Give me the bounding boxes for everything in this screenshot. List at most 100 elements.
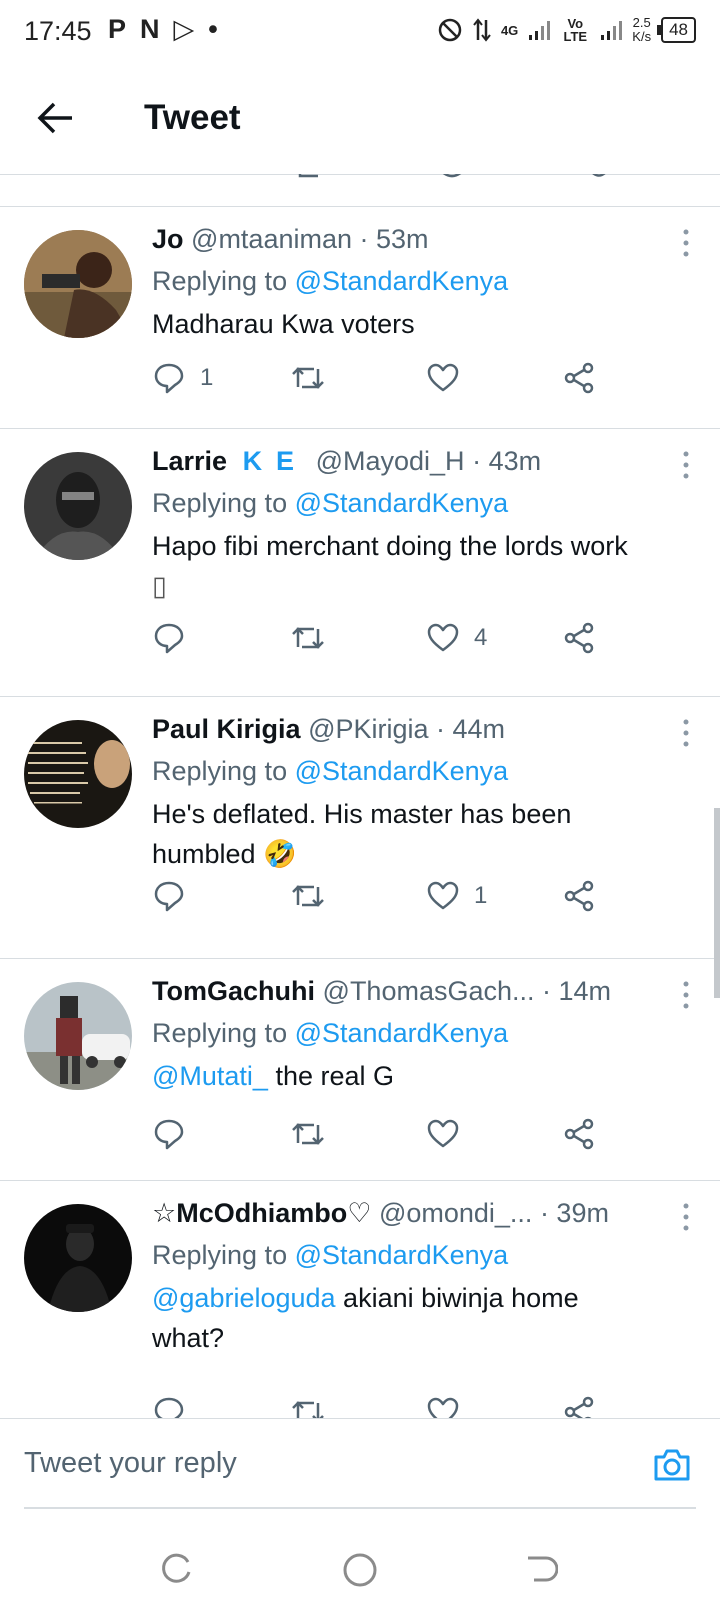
data-arrows-icon [473,18,491,42]
tweet-actions: 1 [152,358,622,398]
replying-to-link[interactable]: @StandardKenya [295,266,509,296]
reply-button[interactable] [152,1114,186,1154]
retweet-button[interactable] [290,1392,326,1418]
share-icon [564,1118,594,1150]
like-button[interactable]: 1 [426,876,487,916]
retweet-icon [292,885,324,907]
recents-icon[interactable] [160,1552,194,1586]
tweet-header: Larrie KE @Mayodi_H · 43m [152,446,660,477]
net-speed: 2.5 K/s [632,15,652,44]
tweet-item[interactable]: ☆McOdhiambo♡ @omondi_... · 39m Replying … [0,1180,720,1418]
reply-button[interactable]: 1 [152,358,213,398]
status-time: 17:45 [24,16,92,46]
text-mention-link[interactable]: @Mutati_ [152,1061,268,1091]
tweet-text: He's deflated. His master has been humbl… [152,799,572,869]
reply-button[interactable] [152,1392,186,1418]
status-bar: 17:45 P N ▷ • 4G Vo LTE 2.5 K/s 48 [0,0,720,64]
tweet-header: ☆McOdhiambo♡ @omondi_... · 39m [152,1198,660,1229]
tweet-item[interactable]: Larrie KE @Mayodi_H · 43m Replying to @S… [0,428,720,697]
like-button[interactable] [426,1114,460,1154]
name-badge: KE [242,446,309,476]
user-handle[interactable]: @mtaaniman [191,224,352,254]
like-button[interactable] [426,1392,460,1418]
like-button[interactable]: 4 [426,618,487,658]
status-app-icons: P N ▷ • [108,14,218,45]
tweet-text: @gabrieloguda akiani biwinja home what? [152,1283,579,1353]
replying-to-link[interactable]: @StandardKenya [295,1018,509,1048]
tweet-item[interactable]: TomGachuhi @ThomasGach... · 14m Replying… [0,958,720,1181]
tweet-actions: 1 [152,876,622,916]
retweet-button[interactable] [290,358,326,398]
retweet-button[interactable] [290,876,326,916]
avatar[interactable] [24,720,132,828]
user-handle[interactable]: @PKirigia [308,714,428,744]
reply-input[interactable]: Tweet your reply [24,1447,237,1480]
avatar-photo [24,452,132,560]
reply-count: 1 [200,364,214,391]
reply-button[interactable] [152,876,186,916]
reply-button[interactable] [152,618,186,658]
tweet-time: · 14m [542,976,612,1006]
more-options-icon[interactable] [676,228,696,258]
previous-tweet-actions [0,174,720,207]
avatar[interactable] [24,230,132,338]
replying-to: Replying to @StandardKenya [152,488,509,518]
avatar-photo [24,230,132,338]
share-button[interactable] [562,358,596,398]
scrollbar-thumb[interactable] [714,808,720,998]
heart-icon [427,1397,459,1418]
back-arrow-icon[interactable] [36,98,76,138]
replying-to: Replying to @StandardKenya [152,266,509,296]
more-options-icon[interactable] [676,450,696,480]
reply-icon [154,881,184,912]
replying-to-link[interactable]: @StandardKenya [295,1240,509,1270]
tweet-time: · 39m [539,1198,609,1228]
input-underline [24,1507,696,1509]
user-handle[interactable]: @Mayodi_H [316,446,465,476]
tweet-header: Jo @mtaaniman · 53m [152,224,660,255]
retweet-button[interactable] [290,1114,326,1154]
avatar[interactable] [24,452,132,560]
tweet-item[interactable]: Jo @mtaaniman · 53m Replying to @Standar… [0,206,720,429]
more-options-icon[interactable] [676,718,696,748]
tweet-actions [152,1114,622,1154]
user-handle[interactable]: @omondi_... [379,1198,532,1228]
user-handle[interactable]: @ThomasGach... [323,976,535,1006]
reply-icon [154,1397,184,1418]
tweet-time: · 44m [436,714,506,744]
user-name[interactable]: Larrie [152,446,227,476]
share-button[interactable] [562,1392,596,1418]
unsupported-glyph: ▯ [152,571,167,601]
replying-to-link[interactable]: @StandardKenya [295,488,509,518]
share-icon [564,622,594,654]
like-button[interactable] [426,358,460,398]
user-name[interactable]: Jo [152,224,184,254]
more-options-icon[interactable] [676,980,696,1010]
replying-to-link[interactable]: @StandardKenya [295,756,509,786]
retweet-icon [292,627,324,649]
text-mention-link[interactable]: @gabrieloguda [152,1283,336,1313]
top-app-bar: Tweet [0,64,720,175]
back-icon[interactable] [524,1552,558,1586]
n-app-icon: N [140,14,160,44]
dnd-icon [438,18,462,42]
user-name[interactable]: TomGachuhi [152,976,315,1006]
user-name[interactable]: ☆McOdhiambo♡ [152,1198,371,1228]
tweet-item[interactable]: Paul Kirigia @PKirigia · 44m Replying to… [0,696,720,959]
heart-icon [427,1119,459,1148]
share-button[interactable] [562,1114,596,1154]
avatar[interactable] [24,982,132,1090]
more-options-icon[interactable] [676,1202,696,1232]
replying-to: Replying to @StandardKenya [152,1240,509,1270]
share-button[interactable] [562,618,596,658]
camera-icon[interactable] [650,1443,694,1487]
user-name[interactable]: Paul Kirigia [152,714,301,744]
retweet-button[interactable] [290,618,326,658]
tweet-text: @Mutati_ the real G [152,1061,395,1091]
home-icon[interactable] [342,1552,378,1588]
replying-to: Replying to @StandardKenya [152,1018,509,1048]
share-button[interactable] [562,876,596,916]
tweet-header: Paul Kirigia @PKirigia · 44m [152,714,660,745]
avatar[interactable] [24,1204,132,1312]
replying-to: Replying to @StandardKenya [152,756,509,786]
